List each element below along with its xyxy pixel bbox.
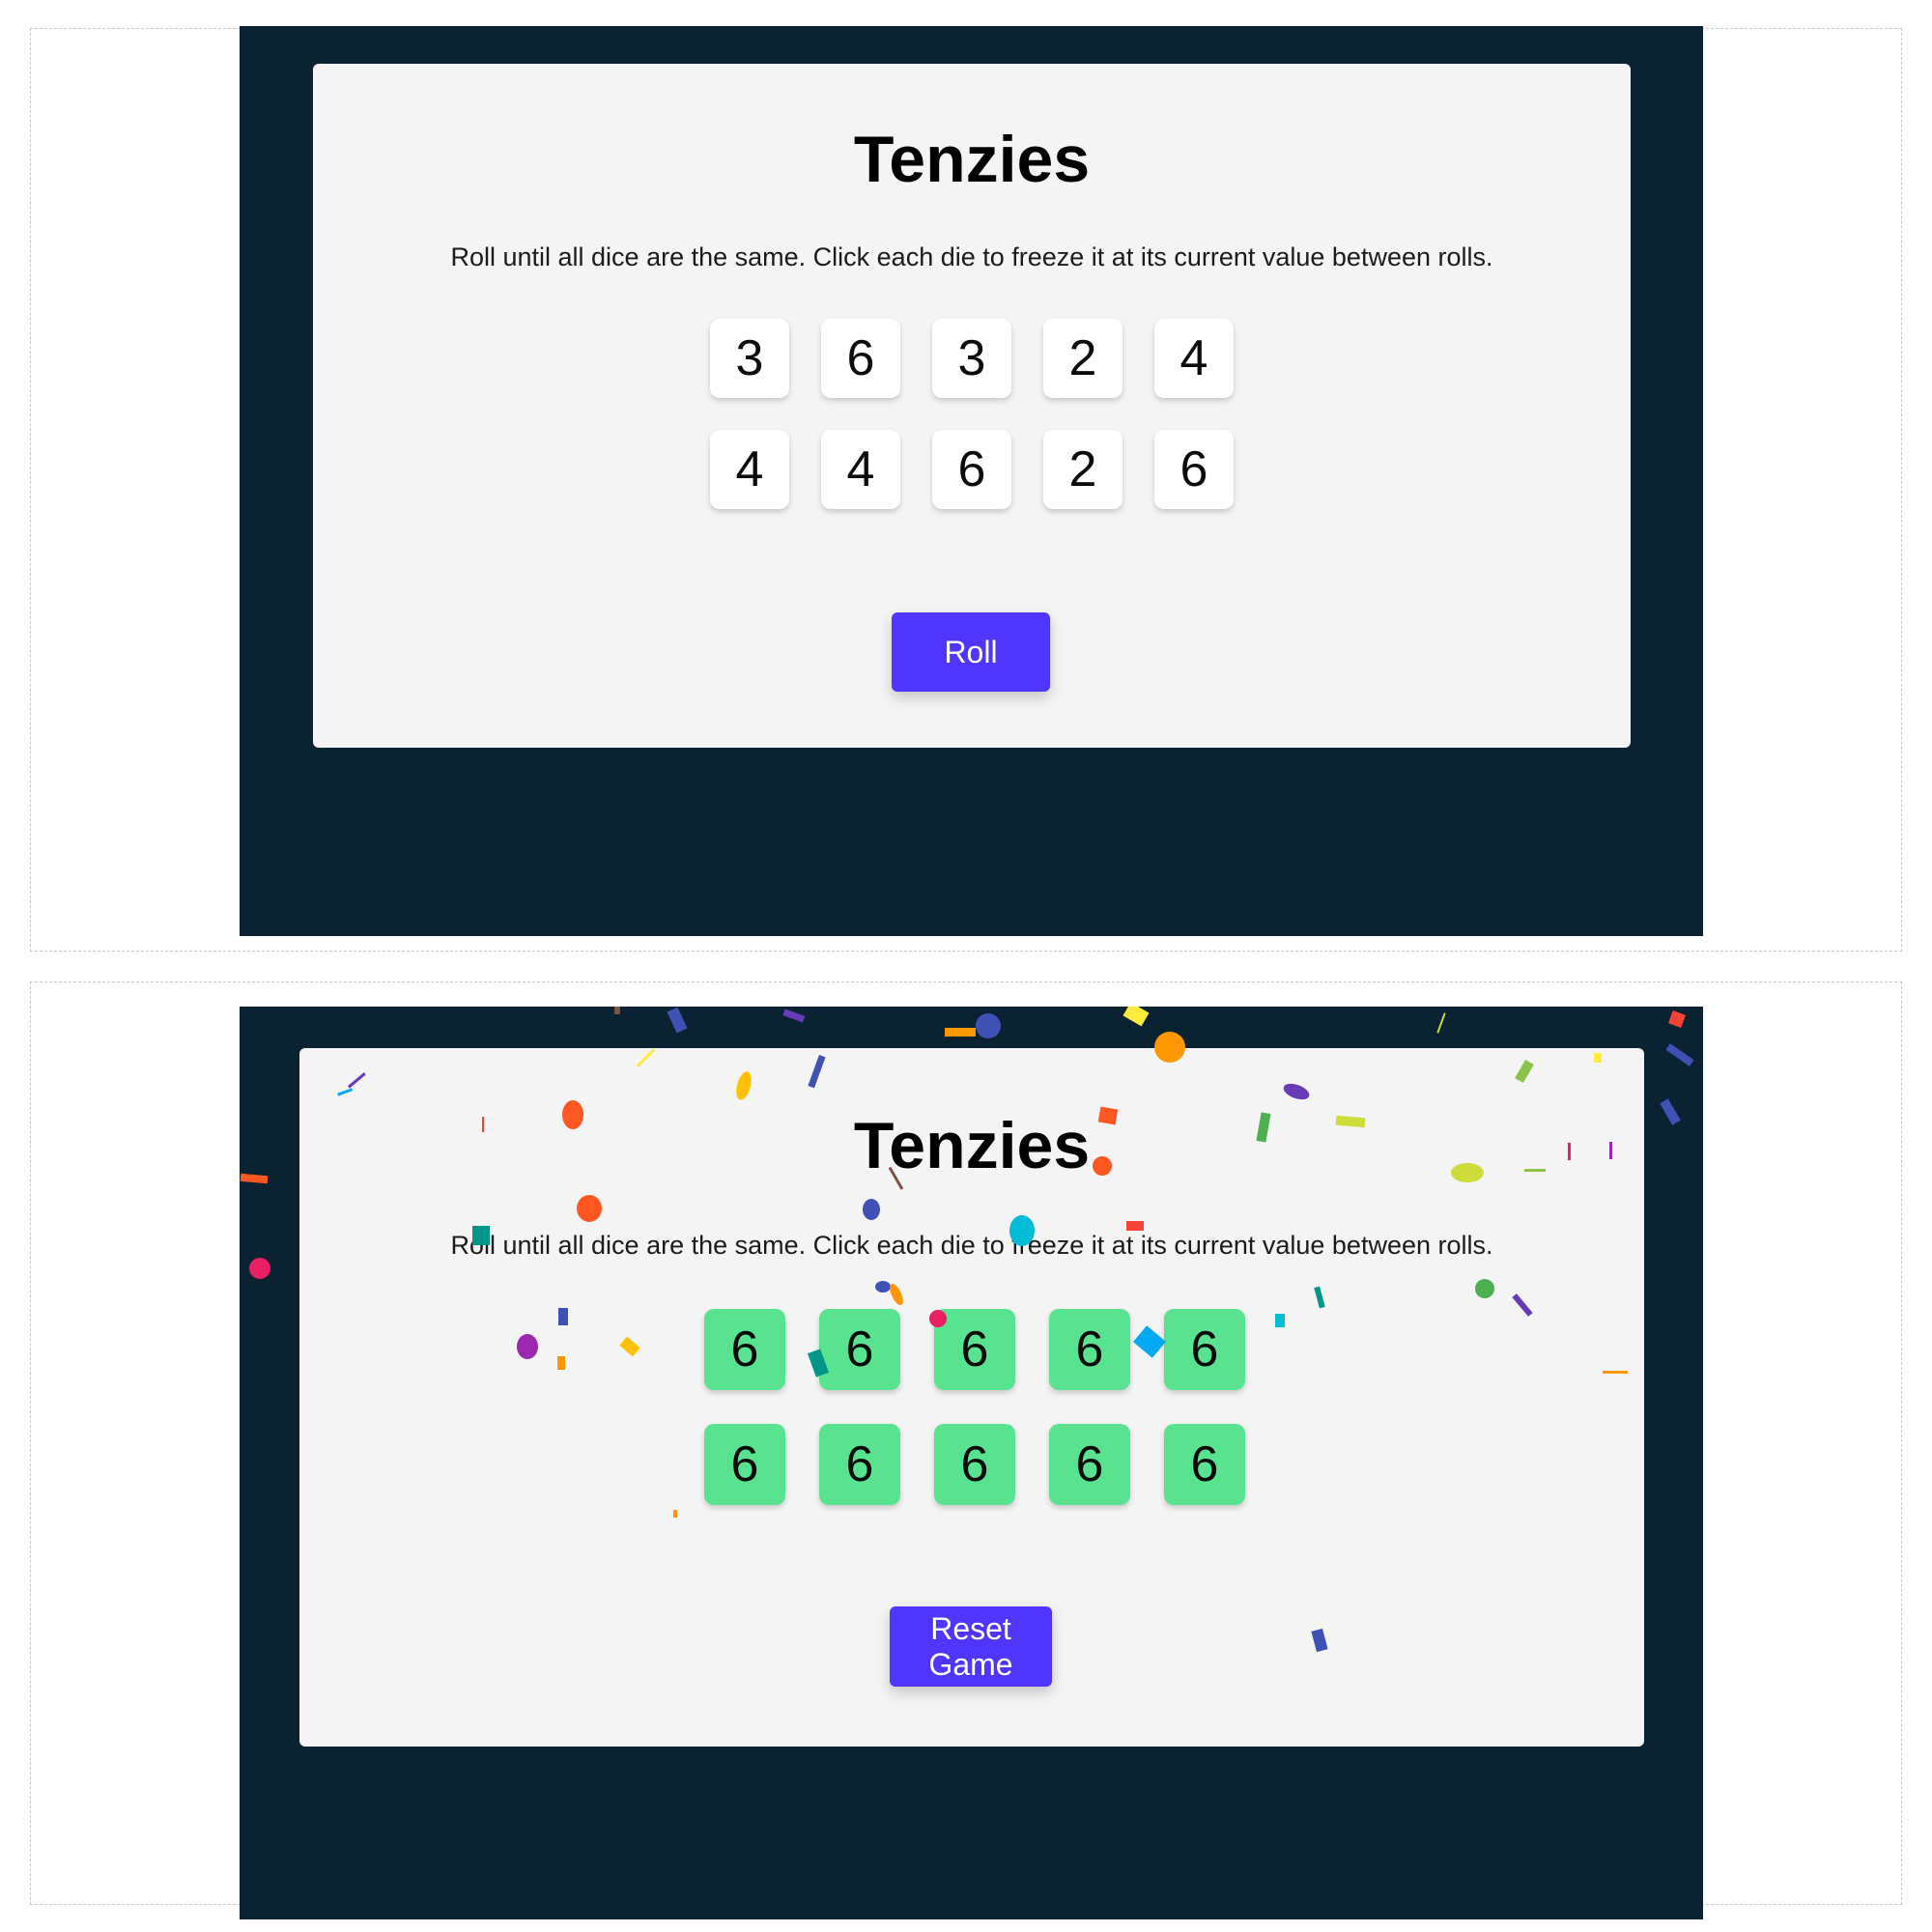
- die-held[interactable]: 6: [704, 1309, 785, 1390]
- game-instructions: Roll until all dice are the same. Click …: [450, 1231, 1493, 1260]
- die-held[interactable]: 6: [1049, 1309, 1130, 1390]
- die[interactable]: 4: [821, 430, 900, 509]
- app-viewport-initial: Tenzies Roll until all dice are the same…: [240, 26, 1703, 936]
- game-instructions: Roll until all dice are the same. Click …: [450, 242, 1493, 271]
- die-held[interactable]: 6: [704, 1424, 785, 1505]
- die[interactable]: 3: [932, 319, 1011, 398]
- die[interactable]: 2: [1043, 430, 1122, 509]
- die[interactable]: 3: [710, 319, 789, 398]
- game-card: Tenzies Roll until all dice are the same…: [299, 1048, 1644, 1747]
- die-held[interactable]: 6: [1164, 1424, 1245, 1505]
- die-held[interactable]: 6: [1049, 1424, 1130, 1505]
- game-card: Tenzies Roll until all dice are the same…: [313, 64, 1631, 748]
- die[interactable]: 6: [1154, 430, 1234, 509]
- die[interactable]: 6: [932, 430, 1011, 509]
- game-title: Tenzies: [853, 123, 1091, 196]
- reset-game-button[interactable]: Reset Game: [890, 1606, 1052, 1687]
- dice-grid: 3 6 3 2 4 4 4 6 2 6: [710, 319, 1234, 509]
- die[interactable]: 2: [1043, 319, 1122, 398]
- die[interactable]: 4: [1154, 319, 1234, 398]
- die-held[interactable]: 6: [819, 1309, 900, 1390]
- game-title: Tenzies: [853, 1109, 1091, 1182]
- die-held[interactable]: 6: [934, 1424, 1015, 1505]
- dice-grid: 6 6 6 6 6 6 6 6 6 6: [704, 1309, 1245, 1505]
- die-held[interactable]: 6: [1164, 1309, 1245, 1390]
- roll-button[interactable]: Roll: [892, 612, 1050, 692]
- die-held[interactable]: 6: [819, 1424, 900, 1505]
- die[interactable]: 6: [821, 319, 900, 398]
- die-held[interactable]: 6: [934, 1309, 1015, 1390]
- app-viewport-won: Tenzies Roll until all dice are the same…: [240, 1007, 1703, 1919]
- die[interactable]: 4: [710, 430, 789, 509]
